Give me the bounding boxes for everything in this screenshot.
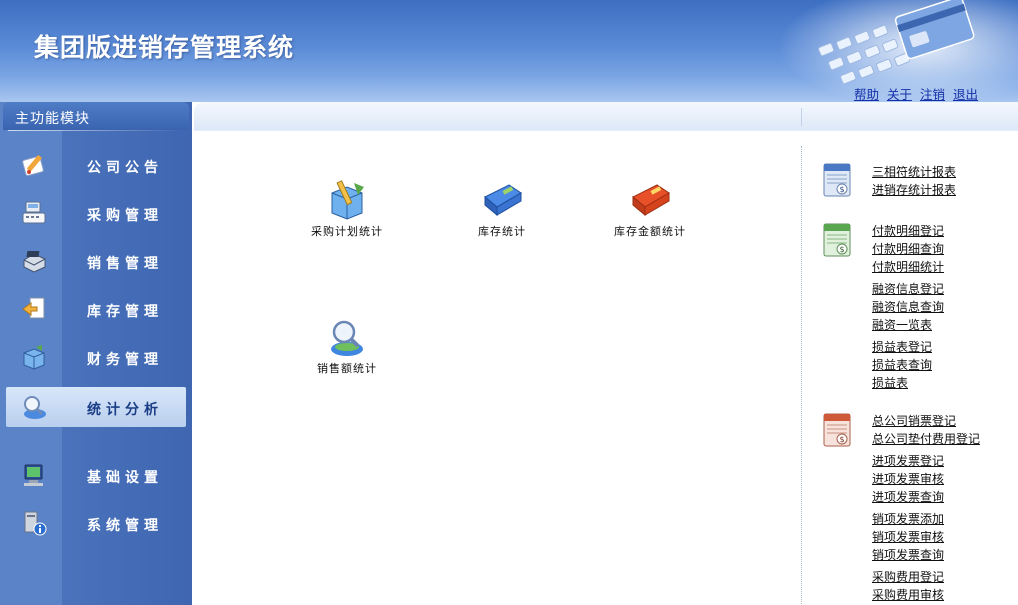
feature-sales-stats[interactable]: 销售额统计 (287, 316, 407, 376)
report-link[interactable]: 损益表登记 (872, 340, 932, 354)
report-link[interactable]: 付款明细统计 (872, 260, 944, 274)
feature-label: 采购计划统计 (311, 225, 383, 238)
report-link[interactable]: 总公司垫付费用登记 (872, 432, 980, 446)
report-link[interactable]: 付款明细查询 (872, 242, 944, 256)
sidebar-divider (8, 130, 182, 131)
report-link[interactable]: 进项发票审核 (872, 472, 944, 486)
sidebar-item-label: 统计分析 (87, 402, 163, 418)
sidebar-item-label: 公司公告 (87, 160, 163, 176)
topbar-separator (801, 108, 802, 126)
report-link[interactable]: 付款明细登记 (872, 224, 944, 238)
header-banner: 集团版进销存管理系统 帮助 关于 注销 退出 (0, 0, 1018, 102)
report-link[interactable]: 融资信息查询 (872, 300, 944, 314)
sidebar-item-purchasing[interactable]: 采购管理 (6, 193, 186, 233)
sidebar-item-announcements[interactable]: 公司公告 (6, 145, 186, 185)
green-ledger-icon: $ (823, 223, 851, 257)
report-link[interactable]: 销项发票审核 (872, 530, 944, 544)
svg-text:$: $ (840, 185, 845, 194)
report-link[interactable]: 进销存统计报表 (872, 183, 956, 197)
app-window: 集团版进销存管理系统 帮助 关于 注销 退出 主功能模块 公司公告 采购管理 销… (0, 0, 1018, 605)
computer-icon (24, 464, 43, 486)
sidebar: 主功能模块 公司公告 采购管理 销售管理 库存管理 财务管理 统计分析 基础设置… (0, 102, 192, 605)
feature-inventory-value-stats[interactable]: 库存金额统计 (590, 179, 710, 239)
report-link[interactable]: 融资信息登记 (872, 282, 944, 296)
feature-label: 库存统计 (478, 225, 526, 238)
report-link[interactable]: 采购费用审核 (872, 588, 944, 602)
sidebar-item-finance[interactable]: 财务管理 (6, 337, 186, 377)
blue-ledger-icon: $ (823, 163, 851, 197)
svg-text:$: $ (840, 245, 845, 254)
magnifier-globe-icon (331, 320, 363, 356)
red-ledger-icon: $ (823, 413, 851, 447)
sidebar-item-label: 系统管理 (87, 518, 163, 534)
sidebar-item-label: 采购管理 (87, 208, 163, 224)
pencil-document-icon (22, 155, 44, 177)
feature-inventory-stats[interactable]: 库存统计 (442, 179, 562, 239)
report-link[interactable]: 进项发票查询 (872, 490, 944, 504)
sidebar-item-inventory[interactable]: 库存管理 (6, 289, 186, 329)
top-links: 帮助 关于 注销 退出 (854, 84, 978, 102)
content-divider (801, 146, 803, 605)
sidebar-item-label: 基础设置 (87, 470, 163, 486)
report-link[interactable]: 销项发票添加 (872, 512, 944, 526)
about-link[interactable]: 关于 (887, 84, 912, 102)
report-link[interactable]: 损益表查询 (872, 358, 932, 372)
sidebar-item-label: 销售管理 (87, 256, 163, 272)
svg-text:$: $ (840, 435, 845, 444)
sidebar-item-label: 财务管理 (87, 352, 163, 368)
help-link[interactable]: 帮助 (854, 84, 879, 102)
document-arrow-icon (22, 297, 45, 319)
box-icon (23, 345, 45, 370)
scanner-icon (23, 251, 46, 273)
pc-info-icon (24, 511, 47, 536)
report-link[interactable]: 进项发票登记 (872, 454, 944, 468)
sidebar-item-system-management[interactable]: 系统管理 (6, 503, 186, 543)
sidebar-title: 主功能模块 (15, 111, 90, 127)
magnifier-person-icon (24, 396, 46, 419)
red-folder-icon (632, 184, 670, 217)
ruler-box-icon (331, 180, 364, 220)
content-topbar (194, 102, 1018, 131)
sidebar-item-sales[interactable]: 销售管理 (6, 241, 186, 281)
sidebar-header: 主功能模块 (3, 102, 189, 130)
main-content: 采购计划统计 库存统计 库存金额统计 销售额统计 $ 三相符统计报表 进销存统计… (194, 102, 1018, 605)
report-link[interactable]: 三相符统计报表 (872, 165, 956, 179)
sidebar-item-statistics[interactable]: 统计分析 (6, 387, 186, 427)
report-link[interactable]: 总公司销票登记 (872, 414, 956, 428)
feature-label: 库存金额统计 (614, 225, 686, 238)
report-link[interactable]: 采购费用登记 (872, 570, 944, 584)
report-link[interactable]: 销项发票查询 (872, 548, 944, 562)
sidebar-item-label: 库存管理 (87, 304, 163, 320)
exit-link[interactable]: 退出 (953, 84, 978, 102)
report-link[interactable]: 融资一览表 (872, 318, 932, 332)
app-title: 集团版进销存管理系统 (34, 33, 295, 62)
blue-folder-icon (484, 184, 522, 217)
feature-label: 销售额统计 (317, 362, 377, 375)
cash-register-icon (22, 201, 46, 224)
logout-link[interactable]: 注销 (920, 84, 945, 102)
report-link[interactable]: 损益表 (872, 376, 908, 390)
feature-purchase-plan-stats[interactable]: 采购计划统计 (287, 179, 407, 239)
sidebar-item-basic-settings[interactable]: 基础设置 (6, 455, 186, 495)
